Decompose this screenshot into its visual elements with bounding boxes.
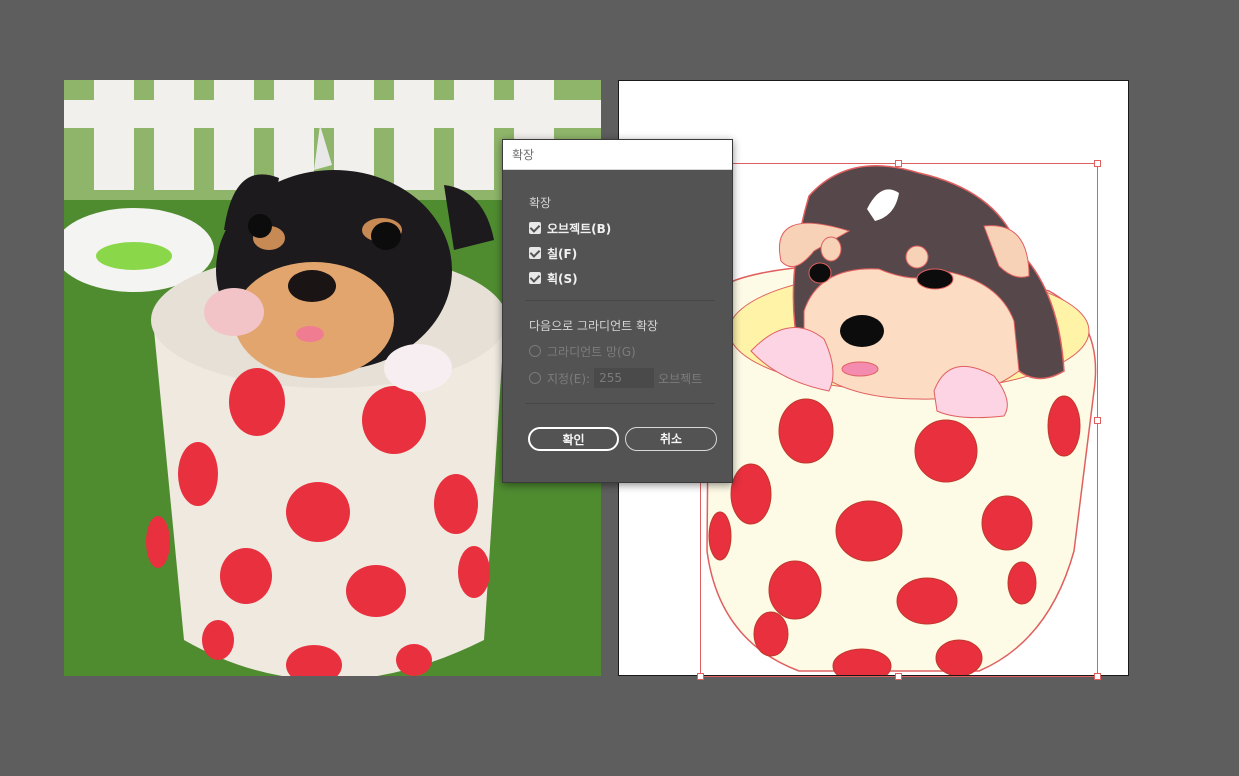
workspace-canvas[interactable]: 확장 확장 오브젝트(B) 칠(F) 획(S) 다음으로 그라디언트 확장 그라… xyxy=(0,0,1239,776)
gradient-mesh-option[interactable]: 그라디언트 망(G) xyxy=(529,342,636,360)
divider xyxy=(525,403,715,404)
gradient-section-label: 다음으로 그라디언트 확장 xyxy=(529,319,659,333)
cancel-button[interactable]: 취소 xyxy=(625,427,717,451)
gradient-mesh-label: 그라디언트 망(G) xyxy=(547,344,636,359)
object-option[interactable]: 오브젝트(B) xyxy=(529,220,611,236)
expand-dialog: 확장 확장 오브젝트(B) 칠(F) 획(S) 다음으로 그라디언트 확장 그라… xyxy=(502,139,733,483)
ok-button[interactable]: 확인 xyxy=(528,427,619,451)
divider xyxy=(525,300,715,301)
gradient-mesh-radio[interactable] xyxy=(529,345,541,357)
dialog-title: 확장 xyxy=(512,148,535,162)
specify-label: 지정(E): xyxy=(547,371,591,386)
expand-section-label: 확장 xyxy=(529,196,552,210)
stroke-checkbox[interactable] xyxy=(529,272,541,284)
stroke-option[interactable]: 획(S) xyxy=(529,270,578,286)
specify-radio[interactable] xyxy=(529,372,541,384)
fill-checkbox[interactable] xyxy=(529,247,541,259)
objects-label: 오브젝트 xyxy=(658,371,703,386)
resize-handle-bottom-right[interactable] xyxy=(1094,673,1101,680)
specify-count-input[interactable]: 255 xyxy=(594,368,655,388)
resize-handle-middle-right[interactable] xyxy=(1094,417,1101,424)
resize-handle-top-right[interactable] xyxy=(1094,160,1101,167)
resize-handle-bottom-center[interactable] xyxy=(895,673,902,680)
stroke-option-label: 획(S) xyxy=(547,271,578,286)
object-checkbox[interactable] xyxy=(529,222,541,234)
fill-option[interactable]: 칠(F) xyxy=(529,245,577,261)
object-option-label: 오브젝트(B) xyxy=(547,221,612,236)
resize-handle-top-center[interactable] xyxy=(895,160,902,167)
dialog-titlebar[interactable]: 확장 xyxy=(503,140,732,170)
fill-option-label: 칠(F) xyxy=(547,246,578,261)
specify-option[interactable]: 지정(E): 255 오브젝트 xyxy=(529,368,703,388)
resize-handle-bottom-left[interactable] xyxy=(697,673,704,680)
